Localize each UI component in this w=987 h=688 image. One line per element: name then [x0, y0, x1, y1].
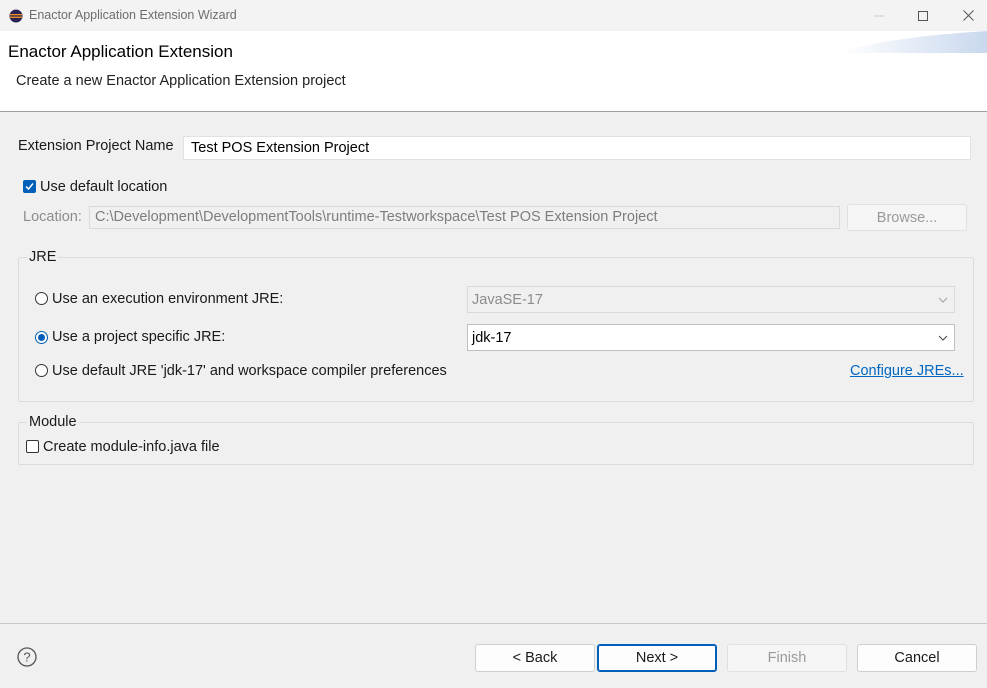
use-default-location-checkbox[interactable] [23, 180, 36, 193]
browse-button: Browse... [847, 204, 967, 231]
help-icon[interactable]: ? [17, 647, 37, 667]
maximize-button[interactable] [900, 0, 946, 31]
window-title: Enactor Application Extension Wizard [29, 8, 237, 22]
execution-environment-label[interactable]: Use an execution environment JRE: [52, 291, 283, 307]
project-specific-jre-value: jdk-17 [472, 329, 512, 346]
create-module-info-checkbox[interactable] [26, 440, 39, 453]
jre-group-label: JRE [27, 249, 59, 265]
checkmark-icon [25, 183, 34, 191]
default-jre-label[interactable]: Use default JRE 'jdk-17' and workspace c… [52, 363, 447, 379]
page-title: Enactor Application Extension [8, 42, 233, 61]
page-description: Create a new Enactor Application Extensi… [16, 73, 346, 89]
close-icon [962, 10, 974, 21]
banner-graphic [842, 31, 987, 53]
cancel-button[interactable]: Cancel [857, 644, 977, 672]
finish-button: Finish [727, 644, 847, 672]
use-default-location-label[interactable]: Use default location [40, 179, 167, 195]
execution-environment-radio[interactable] [35, 292, 48, 305]
footer-separator [0, 623, 987, 624]
configure-jres-link[interactable]: Configure JREs... [850, 363, 964, 379]
project-name-input[interactable] [183, 136, 971, 160]
close-button[interactable] [945, 0, 987, 31]
svg-text:?: ? [23, 650, 30, 665]
project-specific-jre-label[interactable]: Use a project specific JRE: [52, 329, 225, 345]
execution-environment-select: JavaSE-17 [467, 286, 955, 313]
location-label: Location: [23, 209, 82, 225]
project-specific-jre-select[interactable]: jdk-17 [467, 324, 955, 351]
minimize-icon [874, 15, 884, 16]
chevron-down-icon [938, 297, 948, 303]
next-button[interactable]: Next > [597, 644, 717, 672]
chevron-down-icon [938, 335, 948, 341]
create-module-info-label[interactable]: Create module-info.java file [43, 439, 220, 455]
location-input: C:\Development\DevelopmentTools\runtime-… [89, 206, 840, 229]
wizard-header: Enactor Application Extension Create a n… [0, 31, 987, 112]
maximize-icon [918, 10, 928, 21]
module-group-label: Module [27, 414, 79, 430]
project-name-label: Extension Project Name [18, 138, 174, 154]
default-jre-radio[interactable] [35, 364, 48, 377]
project-specific-jre-radio[interactable] [35, 331, 48, 344]
minimize-button[interactable] [856, 0, 902, 31]
execution-environment-value: JavaSE-17 [472, 291, 543, 308]
eclipse-icon [9, 9, 23, 23]
back-button[interactable]: < Back [475, 644, 595, 672]
